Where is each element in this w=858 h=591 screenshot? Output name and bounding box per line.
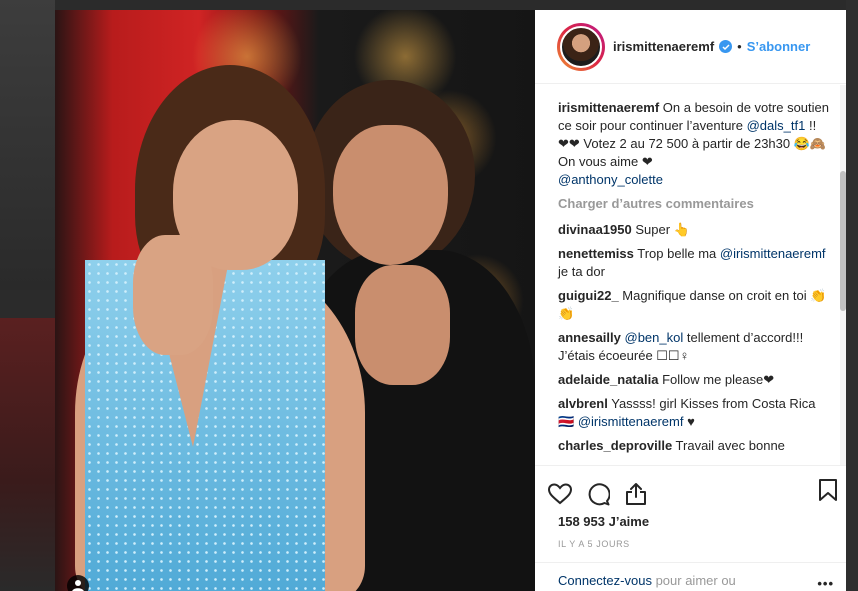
background-page-edge [846, 0, 858, 591]
comment-username[interactable]: alvbrenl [558, 396, 608, 411]
verified-badge-icon [719, 40, 733, 53]
list-item: adelaide_natalia Follow me please❤ [558, 371, 830, 389]
header-username[interactable]: irismittenaeremf [613, 39, 714, 54]
bookmark-icon[interactable] [818, 478, 838, 505]
comment-mention[interactable]: @ben_kol [625, 330, 684, 345]
comment-text: Super 👆 [631, 222, 690, 237]
post-header: irismittenaeremf • S’abonner [535, 10, 846, 84]
comment-username[interactable]: guigui22_ [558, 288, 619, 303]
login-prompt: Connectez-vous pour aimer ou commenter. [535, 562, 846, 591]
share-icon[interactable] [617, 478, 655, 510]
user-tag-icon[interactable] [67, 575, 89, 591]
list-item: divinaa1950 Super 👆 [558, 221, 830, 239]
caption-username[interactable]: irismittenaeremf [558, 100, 659, 115]
comment-username[interactable]: annesailly [558, 330, 621, 345]
comment-text: Travail avec bonne [672, 438, 785, 453]
caption-mention-dals[interactable]: @dals_tf1 [747, 118, 806, 133]
like-count[interactable]: 158 953 J’aime [535, 514, 846, 529]
comment-username[interactable]: adelaide_natalia [558, 372, 658, 387]
login-link[interactable]: Connectez-vous [558, 573, 652, 588]
list-item: annesailly @ben_kol tellement d’accord!!… [558, 329, 830, 365]
post-photo[interactable] [55, 10, 535, 591]
heart-icon[interactable] [541, 478, 579, 510]
comments-scrollbar[interactable] [840, 85, 846, 465]
post-actions: 158 953 J’aime Il y a 5 jours [535, 465, 846, 549]
comment-text: Trop belle ma [633, 246, 720, 261]
more-options-icon[interactable]: ••• [817, 576, 834, 591]
comment-username[interactable]: nenettemiss [558, 246, 634, 261]
photo-man-face [333, 125, 448, 265]
comment-username[interactable]: divinaa1950 [558, 222, 632, 237]
list-item: alvbrenl Yassss! girl Kisses from Costa … [558, 395, 830, 431]
list-item: nenettemiss Trop belle ma @irismittenaer… [558, 245, 830, 281]
load-more-comments-button[interactable]: Charger d’autres commentaires [558, 195, 830, 213]
comment-mention[interactable]: @irismittenaeremf [578, 414, 684, 429]
list-item: guigui22_ Magnifique danse on croit en t… [558, 287, 830, 323]
comments-list[interactable]: irismittenaeremf On a besoin de votre so… [535, 85, 846, 465]
list-item: charles_deproville Travail avec bonne [558, 437, 830, 455]
comment-text: je ta dor [558, 264, 605, 279]
header-separator: • [737, 39, 742, 54]
post-timestamp[interactable]: Il y a 5 jours [535, 539, 846, 549]
post-caption: irismittenaeremf On a besoin de votre so… [558, 99, 830, 189]
comment-text: ♥ [683, 414, 695, 429]
comment-text: Follow me please❤ [658, 372, 775, 387]
background-thumbnail-bottom[interactable] [0, 318, 55, 591]
photo-woman-hand [133, 235, 213, 355]
follow-button[interactable]: S’abonner [747, 39, 811, 54]
comment-mention[interactable]: @irismittenaeremf [720, 246, 826, 261]
scrollbar-thumb[interactable] [840, 171, 846, 311]
action-icons [535, 476, 846, 512]
post-sidebar: irismittenaeremf • S’abonner irismittena… [535, 10, 846, 591]
photo-man-hand [355, 265, 450, 385]
comment-username[interactable]: charles_deproville [558, 438, 672, 453]
post-modal: irismittenaeremf • S’abonner irismittena… [55, 10, 846, 591]
caption-mention-anthony[interactable]: @anthony_colette [558, 172, 663, 187]
avatar[interactable] [557, 22, 605, 71]
caption-text-3: On vous aime ❤ [558, 154, 653, 169]
comment-icon[interactable] [579, 478, 617, 510]
avatar-image [560, 25, 602, 68]
background-thumbnail-top[interactable] [0, 0, 55, 290]
